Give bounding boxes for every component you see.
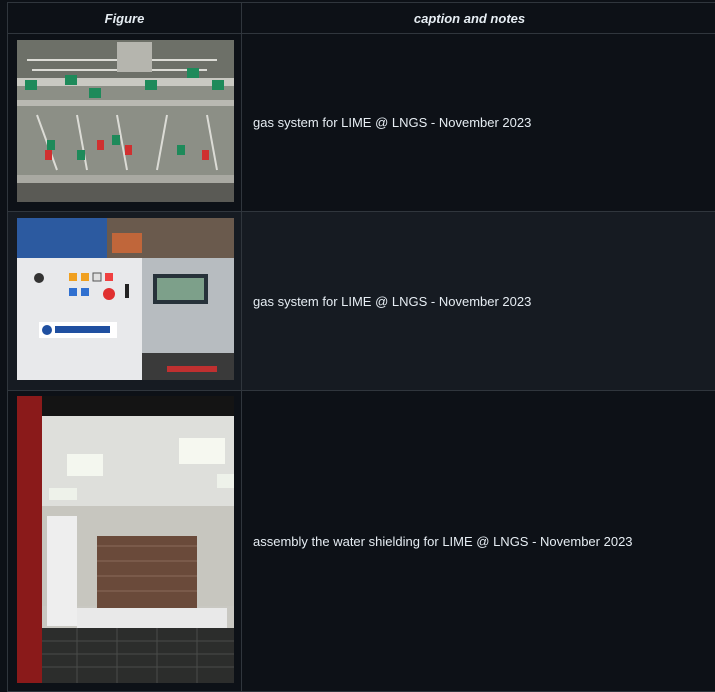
gas-system-control-cabinet-photo[interactable] (17, 218, 234, 380)
caption-cell: gas system for LIME @ LNGS - November 20… (253, 293, 532, 309)
water-shielding-assembly-photo[interactable] (17, 396, 234, 683)
caption-cell: gas system for LIME @ LNGS - November 20… (253, 115, 532, 130)
figure-cell (7, 212, 242, 390)
table-header: Figure caption and notes (7, 2, 715, 34)
figure-cell (7, 34, 242, 211)
table-row: assembly the water shielding for LIME @ … (7, 391, 715, 692)
header-figure: Figure (7, 3, 242, 33)
figures-table: Figure caption and notes gas system for … (7, 2, 715, 692)
table-row: gas system for LIME @ LNGS - November 20… (7, 212, 715, 391)
table-row: gas system for LIME @ LNGS - November 20… (7, 34, 715, 212)
header-caption: caption and notes (413, 10, 526, 26)
gas-system-manifold-photo[interactable] (17, 40, 234, 202)
caption-cell: assembly the water shielding for LIME @ … (253, 533, 633, 549)
figure-cell (7, 391, 242, 691)
